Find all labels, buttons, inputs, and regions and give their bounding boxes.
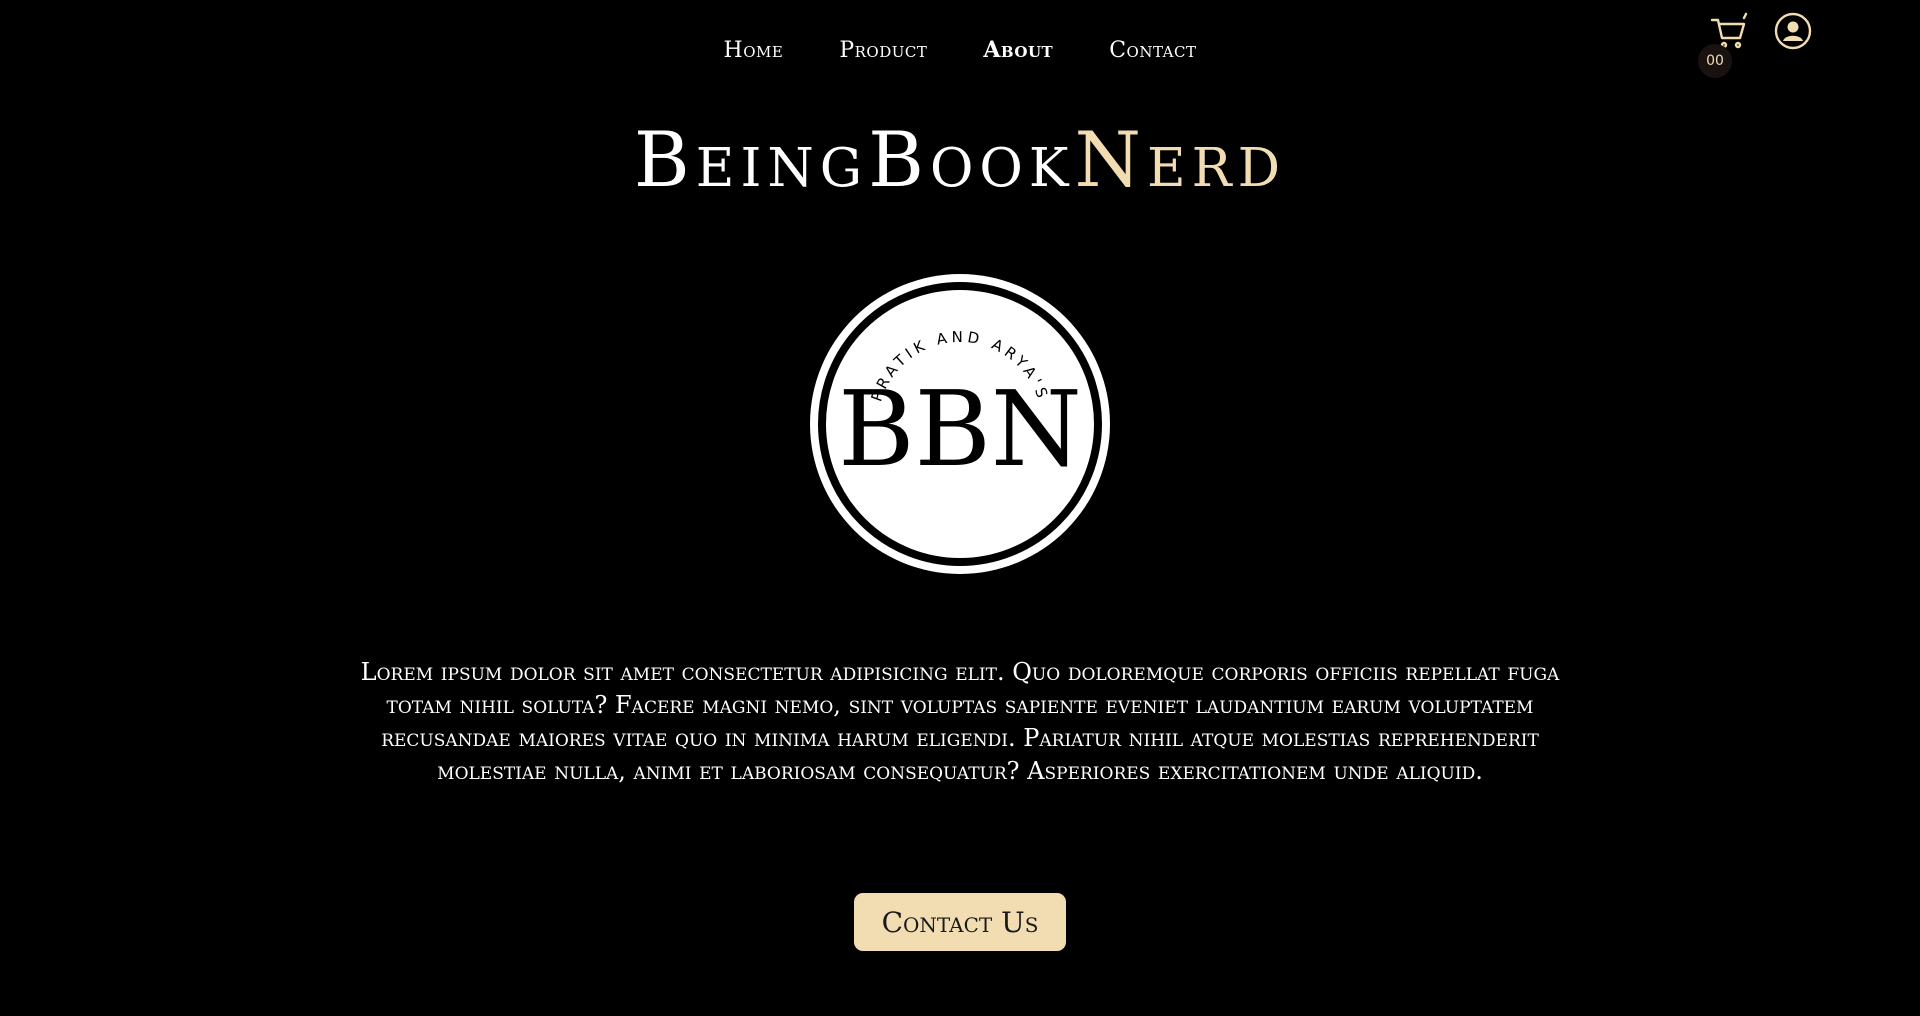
cart-count-badge: 00 [1698,44,1732,78]
about-paragraph: Lorem ipsum dolor sit amet consectetur a… [360,658,1560,785]
contact-us-button[interactable]: Contact Us [854,893,1066,951]
nav-contact[interactable]: Contact [1109,38,1196,63]
bbn-logo: PRATIK AND ARYA'S BBN [808,272,1112,576]
brand-part2: Nerd [1074,115,1287,204]
nav-about[interactable]: About [983,37,1053,63]
main-nav: Home Product About Contact [0,34,1920,66]
logo-monogram: BBN [838,368,1082,490]
brand-title: BeingBookNerd [0,122,1920,198]
nav-product[interactable]: Product [839,38,927,63]
nav-home[interactable]: Home [724,38,784,63]
brand-part1: BeingBook [633,115,1075,204]
user-icon[interactable] [1774,12,1812,50]
